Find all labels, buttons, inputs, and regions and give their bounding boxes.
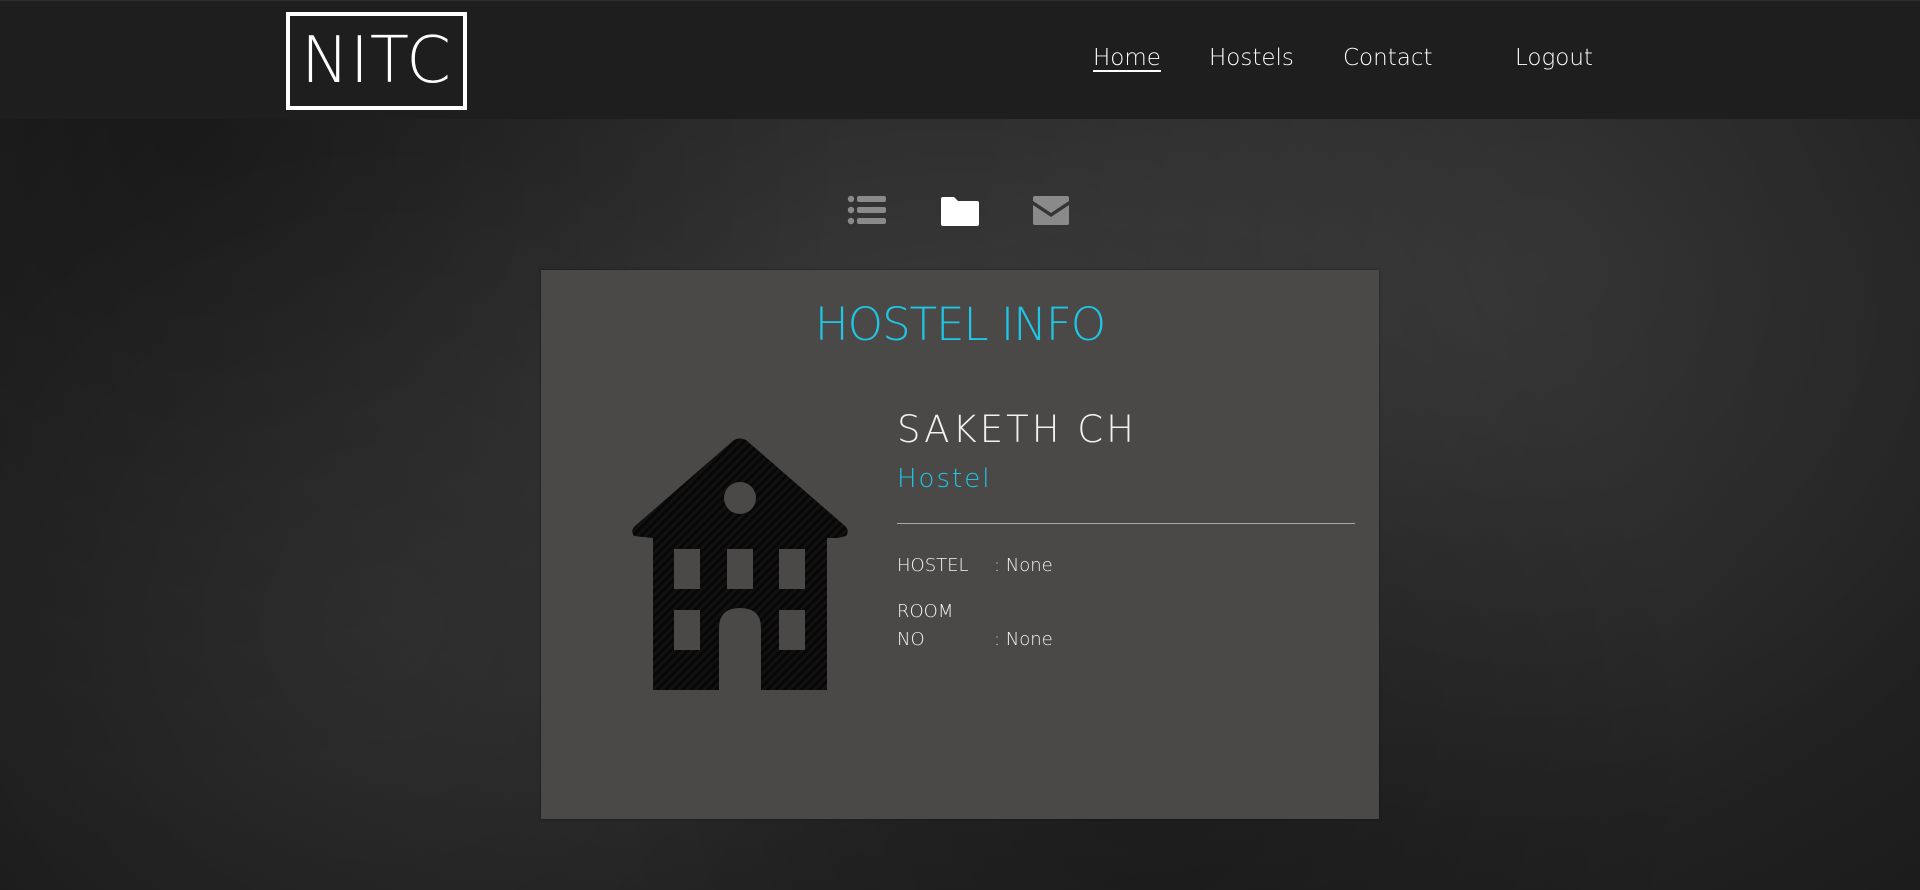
- hostel-label: HOSTEL: [897, 555, 969, 576]
- nav-contact-link[interactable]: Contact: [1343, 45, 1432, 71]
- house-icon: [631, 438, 849, 690]
- nav-home-link[interactable]: Home: [1093, 45, 1161, 71]
- hostel-value: : None: [994, 555, 1053, 576]
- divider: [897, 523, 1355, 524]
- nav-hostels-link[interactable]: Hostels: [1209, 45, 1294, 71]
- student-name: SAKETH CH: [897, 408, 1137, 451]
- room-label-line1: ROOM: [897, 601, 954, 622]
- folder-icon[interactable]: [939, 193, 983, 231]
- top-header: NITC Home Hostels Contact Logout: [0, 0, 1920, 119]
- envelope-icon[interactable]: [1030, 193, 1074, 231]
- room-label-line2: NO: [897, 629, 925, 650]
- hostel-info-card: HOSTEL INFO SAKETH CH Hostel HOSTEL : No…: [541, 270, 1379, 819]
- list-icon[interactable]: [846, 193, 890, 231]
- room-value: : None: [994, 629, 1053, 650]
- card-subtitle: Hostel: [897, 464, 992, 494]
- section-icon-bar: [0, 193, 1920, 233]
- card-title: HOSTEL INFO: [814, 298, 1106, 351]
- nav-logout-link[interactable]: Logout: [1515, 45, 1593, 71]
- site-logo[interactable]: NITC: [286, 12, 467, 110]
